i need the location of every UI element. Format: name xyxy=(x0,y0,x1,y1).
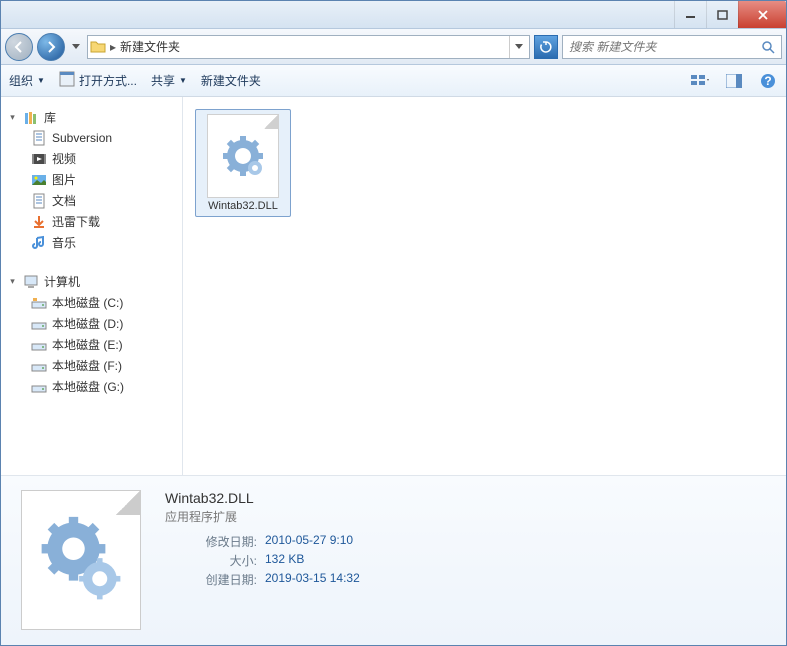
forward-button[interactable] xyxy=(37,33,65,61)
sidebar-item-label: 本地磁盘 (C:) xyxy=(52,294,123,311)
open-with-button[interactable]: 打开方式... xyxy=(59,71,137,90)
detail-row: 创建日期:2019-03-15 14:32 xyxy=(165,571,766,588)
collapse-icon[interactable]: ▾ xyxy=(7,112,18,123)
body-area: ▾ 库 Subversion视频图片文档迅雷下载音乐 ▾ 计算机 本地磁 xyxy=(1,97,786,475)
chevron-down-icon: ▼ xyxy=(179,76,187,85)
sidebar-item[interactable]: 本地磁盘 (G:) xyxy=(1,376,182,397)
share-label: 共享 xyxy=(151,72,175,89)
collapse-icon[interactable]: ▾ xyxy=(7,276,18,287)
help-button[interactable]: ? xyxy=(758,71,778,91)
detail-value: 2010-05-27 9:10 xyxy=(265,533,353,550)
drive-icon xyxy=(31,316,47,332)
sidebar-item-libraries[interactable]: ▾ 库 xyxy=(1,107,182,128)
sidebar-item-label: 库 xyxy=(44,109,56,126)
download-icon xyxy=(31,214,47,230)
sidebar-item[interactable]: 视频 xyxy=(1,148,182,169)
doc-icon xyxy=(31,193,47,209)
window-controls xyxy=(674,1,786,28)
sidebar-item-label: 本地磁盘 (E:) xyxy=(52,336,123,353)
organize-label: 组织 xyxy=(9,72,33,89)
open-with-label: 打开方式... xyxy=(79,72,137,89)
sidebar-item-label: 迅雷下载 xyxy=(52,213,100,230)
sidebar-item[interactable]: Subversion xyxy=(1,128,182,148)
sidebar-item-label: 音乐 xyxy=(52,234,76,251)
sidebar-item[interactable]: 图片 xyxy=(1,169,182,190)
breadcrumb-current[interactable]: 新建文件夹 xyxy=(120,38,180,55)
close-button[interactable] xyxy=(738,1,786,28)
details-thumbnail xyxy=(21,490,141,630)
sidebar-item-label: 文档 xyxy=(52,192,76,209)
sidebar-item[interactable]: 本地磁盘 (E:) xyxy=(1,334,182,355)
sidebar-item-label: Subversion xyxy=(52,131,112,145)
details-filetype: 应用程序扩展 xyxy=(165,508,766,525)
search-input[interactable] xyxy=(569,40,761,54)
video-icon xyxy=(31,151,47,167)
search-box[interactable] xyxy=(562,35,782,59)
computer-icon xyxy=(23,274,39,290)
detail-label: 大小: xyxy=(165,552,265,569)
folder-icon xyxy=(90,39,106,55)
details-filename: Wintab32.DLL xyxy=(165,490,766,506)
file-name-label: Wintab32.DLL xyxy=(208,200,278,212)
libraries-group: ▾ 库 Subversion 视频图片文档迅雷下载音乐 xyxy=(1,107,182,253)
navigation-bar: ▸ 新建文件夹 xyxy=(1,29,786,65)
maximize-button[interactable] xyxy=(706,1,738,28)
detail-row: 修改日期:2010-05-27 9:10 xyxy=(165,533,766,550)
new-folder-label: 新建文件夹 xyxy=(201,72,261,89)
sidebar-item-label: 本地磁盘 (D:) xyxy=(52,315,123,332)
sidebar-item-label: 本地磁盘 (F:) xyxy=(52,357,122,374)
sidebar-item-label: 计算机 xyxy=(44,273,80,290)
sidebar-item-computer[interactable]: ▾ 计算机 xyxy=(1,271,182,292)
sidebar-item[interactable]: 本地磁盘 (F:) xyxy=(1,355,182,376)
detail-label: 创建日期: xyxy=(165,571,265,588)
search-icon xyxy=(761,40,775,54)
share-menu[interactable]: 共享 ▼ xyxy=(151,72,187,89)
sidebar-item-label: 本地磁盘 (G:) xyxy=(52,378,124,395)
drive-sys-icon xyxy=(31,295,47,311)
music-icon xyxy=(31,235,47,251)
details-info: Wintab32.DLL 应用程序扩展 修改日期:2010-05-27 9:10… xyxy=(165,490,766,631)
detail-value: 2019-03-15 14:32 xyxy=(265,571,360,588)
doc-icon xyxy=(31,130,47,146)
detail-row: 大小:132 KB xyxy=(165,552,766,569)
navigation-pane: ▾ 库 Subversion视频图片文档迅雷下载音乐 ▾ 计算机 本地磁 xyxy=(1,97,183,475)
drive-icon xyxy=(31,358,47,374)
drive-icon xyxy=(31,337,47,353)
explorer-window: ▸ 新建文件夹 组织 ▼ 打开方式... xyxy=(0,0,787,646)
chevron-down-icon: ▼ xyxy=(37,76,45,85)
sidebar-item-label: 视频 xyxy=(52,150,76,167)
view-options-button[interactable] xyxy=(690,71,710,91)
minimize-button[interactable] xyxy=(674,1,706,28)
breadcrumb-separator-icon: ▸ xyxy=(110,40,116,54)
svg-text:?: ? xyxy=(764,74,771,88)
sidebar-item[interactable]: 迅雷下载 xyxy=(1,211,182,232)
detail-value: 132 KB xyxy=(265,552,304,569)
address-dropdown[interactable] xyxy=(509,36,527,58)
sidebar-item[interactable]: 本地磁盘 (C:) xyxy=(1,292,182,313)
app-icon xyxy=(59,71,75,90)
organize-menu[interactable]: 组织 ▼ xyxy=(9,72,45,89)
drive-icon xyxy=(31,379,47,395)
toolbar: 组织 ▼ 打开方式... 共享 ▼ 新建文件夹 ? xyxy=(1,65,786,97)
image-icon xyxy=(31,172,47,188)
file-thumbnail xyxy=(207,114,279,198)
file-item[interactable]: Wintab32.DLL xyxy=(195,109,291,217)
history-dropdown[interactable] xyxy=(69,38,83,56)
back-button[interactable] xyxy=(5,33,33,61)
sidebar-item-label: 图片 xyxy=(52,171,76,188)
titlebar[interactable] xyxy=(1,1,786,29)
sidebar-item[interactable]: 本地磁盘 (D:) xyxy=(1,313,182,334)
new-folder-button[interactable]: 新建文件夹 xyxy=(201,72,261,89)
details-pane: Wintab32.DLL 应用程序扩展 修改日期:2010-05-27 9:10… xyxy=(1,475,786,645)
computer-group: ▾ 计算机 本地磁盘 (C:) 本地磁盘 (D:) 本地磁盘 (E:) 本地磁盘 (F… xyxy=(1,271,182,397)
sidebar-item[interactable]: 音乐 xyxy=(1,232,182,253)
file-list[interactable]: Wintab32.DLL xyxy=(183,97,786,475)
preview-pane-button[interactable] xyxy=(724,71,744,91)
libraries-icon xyxy=(23,110,39,126)
detail-label: 修改日期: xyxy=(165,533,265,550)
refresh-button[interactable] xyxy=(534,35,558,59)
address-bar[interactable]: ▸ 新建文件夹 xyxy=(87,35,530,59)
sidebar-item[interactable]: 文档 xyxy=(1,190,182,211)
